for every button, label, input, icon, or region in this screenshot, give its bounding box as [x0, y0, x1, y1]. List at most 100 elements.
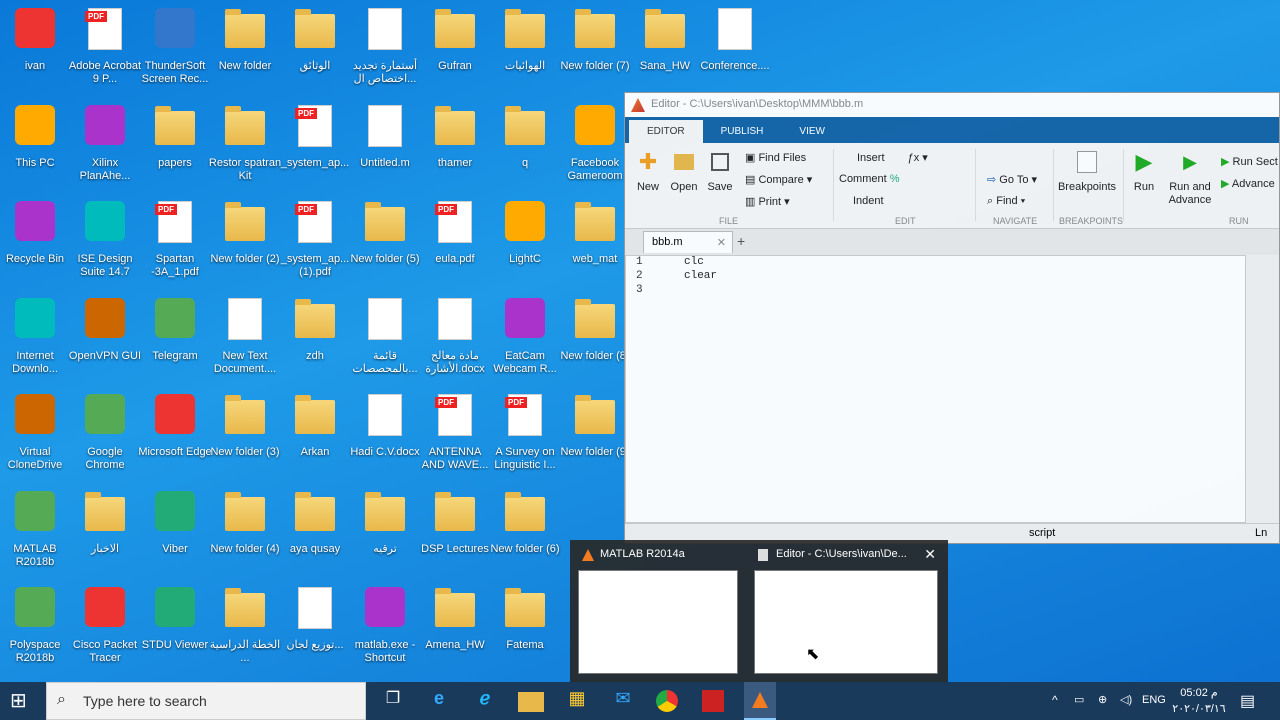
- desktop-icon[interactable]: LightC: [490, 193, 560, 289]
- desktop-icon[interactable]: New folder (6): [490, 483, 560, 579]
- run-and-advance-button[interactable]: ▶ Run and Advance: [1165, 151, 1215, 207]
- desktop-icon[interactable]: توزيع لجان...: [280, 579, 350, 675]
- comment-button[interactable]: Comment %: [839, 173, 900, 185]
- chrome-icon[interactable]: [656, 690, 678, 712]
- desktop-icon[interactable]: Hadi C.V.docx: [350, 386, 420, 482]
- desktop-icon[interactable]: Arkan: [280, 386, 350, 482]
- desktop-icon[interactable]: أستمارة تجديد اختصاص ال...: [350, 0, 420, 96]
- file-tab-bbb[interactable]: bbb.m ✕: [643, 231, 733, 253]
- store-icon[interactable]: ▦: [564, 688, 590, 714]
- desktop-icon[interactable]: ISE Design Suite 14.7: [70, 193, 140, 289]
- desktop-icon[interactable]: Polyspace R2018b: [0, 579, 70, 675]
- desktop-icon[interactable]: STDU Viewer: [140, 579, 210, 675]
- desktop-icon[interactable]: Internet Downlo...: [0, 290, 70, 386]
- print-button[interactable]: ▥ Print ▾: [745, 195, 790, 208]
- advance-button[interactable]: ▶ Advance: [1221, 177, 1275, 190]
- desktop-icon[interactable]: Recycle Bin: [0, 193, 70, 289]
- desktop-icon[interactable]: New folder (8): [560, 290, 630, 386]
- find-button[interactable]: ⌕ Find ▾: [987, 195, 1025, 208]
- desktop-icon[interactable]: Fatema: [490, 579, 560, 675]
- code-line[interactable]: clc: [684, 256, 704, 270]
- tab-view[interactable]: VIEW: [781, 120, 843, 143]
- desktop-icon[interactable]: الاخبار: [70, 483, 140, 579]
- run-section-button[interactable]: ▶ Run Sect: [1221, 155, 1278, 168]
- file-explorer-icon[interactable]: [518, 692, 544, 712]
- desktop-icon[interactable]: OpenVPN GUI: [69, 290, 141, 386]
- desktop-icon[interactable]: New folder (4): [210, 483, 280, 579]
- chevron-up-icon[interactable]: ^: [1052, 693, 1058, 707]
- desktop-icon[interactable]: Restor spatran Kit: [209, 97, 281, 193]
- desktop-icon[interactable]: قائمة بالمحصصات...: [350, 290, 420, 386]
- edge-icon[interactable]: e: [426, 688, 452, 714]
- desktop-icon[interactable]: Xilinx PlanAhe...: [70, 97, 140, 193]
- language-indicator[interactable]: ENG: [1142, 694, 1166, 706]
- desktop-icon[interactable]: الوثائق: [280, 0, 350, 96]
- mail-icon[interactable]: ✉: [610, 688, 636, 714]
- windows-start-icon[interactable]: ⊞: [10, 688, 36, 714]
- save-button[interactable]: Save: [705, 151, 735, 193]
- desktop-icon[interactable]: Viber: [140, 483, 210, 579]
- matlab-editor-window[interactable]: Editor - C:\Users\ivan\Desktop\MMM\bbb.m…: [624, 92, 1280, 544]
- desktop-icon[interactable]: matlab.exe - Shortcut: [350, 579, 420, 675]
- desktop-icon[interactable]: Virtual CloneDrive: [0, 386, 70, 482]
- desktop-icon[interactable]: aya qusay: [280, 483, 350, 579]
- compare-button[interactable]: ▤ Compare ▾: [745, 173, 812, 186]
- desktop-icon[interactable]: New folder (7): [560, 0, 630, 96]
- code-line[interactable]: clear: [684, 270, 717, 284]
- desktop-icon[interactable]: ترقيه: [350, 483, 420, 579]
- desktop-icon[interactable]: Conference....: [700, 0, 770, 96]
- desktop-icon[interactable]: Facebook Gameroom: [560, 97, 630, 193]
- desktop-icon[interactable]: This PC: [0, 97, 70, 193]
- insert-button[interactable]: Insert ƒx ▾: [857, 151, 928, 164]
- desktop-icon[interactable]: web_mat: [560, 193, 630, 289]
- desktop-icon[interactable]: Gufran: [420, 0, 490, 96]
- acrobat-icon[interactable]: [702, 690, 724, 712]
- desktop-icon[interactable]: الخطة الدراسية ...: [210, 579, 280, 675]
- tab-publish[interactable]: PUBLISH: [703, 120, 782, 143]
- network-icon[interactable]: ▭: [1074, 693, 1084, 706]
- desktop-icon[interactable]: EatCam Webcam R...: [490, 290, 560, 386]
- breakpoints-button[interactable]: Breakpoints: [1057, 151, 1117, 193]
- ie-icon[interactable]: ℯ: [472, 688, 498, 714]
- desktop-icon[interactable]: DSP Lectures: [420, 483, 490, 579]
- volume-icon[interactable]: ◁): [1120, 693, 1132, 706]
- taskbar-search[interactable]: ⌕ Type here to search: [46, 682, 366, 720]
- desktop-icon[interactable]: Telegram: [140, 290, 210, 386]
- add-tab-icon[interactable]: +: [737, 233, 745, 249]
- desktop-icon[interactable]: q: [490, 97, 560, 193]
- desktop-icon[interactable]: Adobe Acrobat 9 P...: [69, 0, 141, 96]
- desktop-icon[interactable]: مادة معالج الأشارة.docx: [420, 290, 490, 386]
- desktop-icon[interactable]: Spartan -3A_1.pdf: [140, 193, 210, 289]
- desktop-icon[interactable]: Google Chrome: [70, 386, 140, 482]
- desktop-icon[interactable]: Cisco Packet Tracer: [70, 579, 140, 675]
- indent-button[interactable]: Indent: [853, 195, 884, 207]
- desktop-icon[interactable]: Sana_HW: [630, 0, 700, 96]
- desktop-icon[interactable]: ANTENNA AND WAVE...: [420, 386, 490, 482]
- desktop-icon[interactable]: ThunderSoft Screen Rec...: [140, 0, 210, 96]
- desktop-icon[interactable]: MATLAB R2018b: [0, 483, 70, 579]
- open-button[interactable]: Open: [669, 151, 699, 193]
- desktop-icon[interactable]: New folder (3): [210, 386, 280, 482]
- code-editor[interactable]: 1 2 3 clc clear: [625, 255, 1246, 523]
- desktop-icon[interactable]: New folder (2): [210, 193, 280, 289]
- clock-time[interactable]: 05:02 م: [1176, 686, 1222, 699]
- desktop-icon[interactable]: Untitled.m: [350, 97, 420, 193]
- desktop-icon[interactable]: thamer: [420, 97, 490, 193]
- desktop-icon[interactable]: eula.pdf: [420, 193, 490, 289]
- desktop-icon[interactable]: papers: [140, 97, 210, 193]
- desktop-icon[interactable]: _system_ap... (1).pdf: [280, 193, 350, 289]
- desktop-icon[interactable]: zdh: [280, 290, 350, 386]
- desktop-icon[interactable]: الهوائيات: [490, 0, 560, 96]
- desktop-icon[interactable]: New folder (5): [350, 193, 420, 289]
- desktop-icon[interactable]: A Survey on Linguistic I...: [490, 386, 560, 482]
- tab-editor[interactable]: EDITOR: [629, 120, 703, 143]
- preview-matlab[interactable]: MATLAB R2014a: [570, 540, 750, 682]
- desktop-icon[interactable]: Amena_HW: [420, 579, 490, 675]
- new-button[interactable]: ✚ New: [633, 151, 663, 194]
- desktop-icon[interactable]: Microsoft Edge: [138, 386, 212, 482]
- globe-icon[interactable]: ⊕: [1098, 693, 1107, 706]
- desktop-icon[interactable]: _system_ap...: [280, 97, 350, 193]
- run-button[interactable]: ▶ Run: [1129, 151, 1159, 194]
- desktop-icon[interactable]: New folder (9): [560, 386, 630, 482]
- find-files-button[interactable]: ▣ Find Files: [745, 151, 806, 164]
